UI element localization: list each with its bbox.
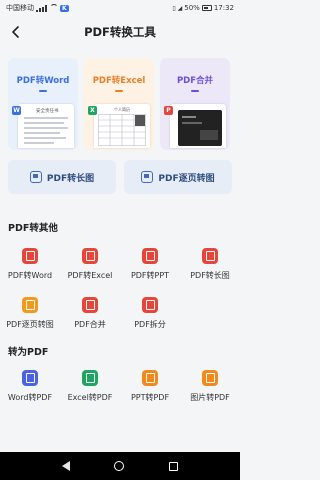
signal-icon xyxy=(36,4,48,12)
card-label: PDF转Excel xyxy=(92,76,146,86)
pdf-page-to-image-button[interactable]: PDF逐页转图 xyxy=(124,160,232,194)
card-underline xyxy=(115,90,123,92)
excel-pdf-icon xyxy=(82,370,98,386)
ppt-pdf-icon xyxy=(142,370,158,386)
button-label: PDF逐页转图 xyxy=(158,173,215,184)
pdf-split-icon xyxy=(142,297,158,313)
tool-label: PDF转Word xyxy=(7,271,53,280)
excel-tag-icon: X xyxy=(88,106,97,115)
pdf-page-image-icon xyxy=(22,297,38,313)
system-nav-bar xyxy=(0,452,240,480)
card-underline xyxy=(39,90,47,92)
pdf-tag-icon: P xyxy=(164,106,173,115)
pdf-word-icon xyxy=(22,248,38,264)
tool-label: PDF合并 xyxy=(74,320,106,329)
tool-label: Word转PDF xyxy=(7,393,53,402)
pdf-to-long-image-button[interactable]: PDF转长图 xyxy=(8,160,116,194)
tool-label: PDF转长图 xyxy=(190,271,230,280)
tool-word-to-pdf[interactable]: Word转PDF xyxy=(0,370,60,403)
page-title: PDF转换工具 xyxy=(84,25,156,39)
tool-label: PPT转PDF xyxy=(130,393,170,402)
button-label: PDF转长图 xyxy=(46,173,95,184)
status-bar: 中国移动 K ▯ ◢ 50% 17:32 xyxy=(0,0,240,16)
tool-label: Excel转PDF xyxy=(67,393,113,402)
tool-pdf-to-ppt[interactable]: PDF转PPT xyxy=(120,248,180,281)
pdf-to-other-grid: PDF转Word PDF转Excel PDF转PPT PDF转长图 PDF逐页转… xyxy=(0,248,240,330)
signal-icon-2: ◢ xyxy=(177,4,183,12)
image-pdf-icon xyxy=(202,370,218,386)
page-image-icon xyxy=(141,171,154,183)
spreadsheet-preview: 个人简历 xyxy=(94,104,150,148)
app-header: PDF转换工具 xyxy=(0,16,240,48)
tool-pdf-page-to-image[interactable]: PDF逐页转图 xyxy=(0,297,60,330)
network-badge: K xyxy=(60,4,69,12)
tool-label: 图片转PDF xyxy=(190,393,230,402)
tool-pdf-to-word[interactable]: PDF转Word xyxy=(0,248,60,281)
tool-label: PDF拆分 xyxy=(134,320,166,329)
long-image-icon xyxy=(29,171,42,183)
to-pdf-grid: Word转PDF Excel转PDF PPT转PDF 图片转PDF xyxy=(0,370,240,403)
feature-cards: PDF转Word 安全责任书 W PDF转Excel 个人简历 X PDF合并 … xyxy=(8,58,232,150)
tool-pdf-merge[interactable]: PDF合并 xyxy=(60,297,120,330)
word-tag-icon: W xyxy=(12,106,21,115)
square-recent-icon[interactable] xyxy=(168,461,178,471)
wifi-icon xyxy=(50,4,58,12)
chevron-left-icon[interactable] xyxy=(8,24,24,40)
preview-title: 个人简历 xyxy=(114,107,130,112)
tool-label: PDF转PPT xyxy=(130,271,170,280)
pdf-ppt-icon xyxy=(142,248,158,264)
battery-icon xyxy=(201,5,212,11)
tool-excel-to-pdf[interactable]: Excel转PDF xyxy=(60,370,120,403)
preview-title: 安全责任书 xyxy=(36,109,59,114)
wide-button-row: PDF转长图 PDF逐页转图 xyxy=(8,160,232,194)
card-label: PDF合并 xyxy=(176,76,214,86)
merge-preview xyxy=(170,104,226,148)
card-pdf-to-word[interactable]: PDF转Word 安全责任书 W xyxy=(8,58,78,150)
tool-pdf-to-long-image[interactable]: PDF转长图 xyxy=(180,248,240,281)
tool-pdf-to-excel[interactable]: PDF转Excel xyxy=(60,248,120,281)
document-preview: 安全责任书 xyxy=(18,104,74,148)
battery-percent: 50% xyxy=(184,4,200,12)
dark-page-preview xyxy=(178,110,222,146)
tool-pdf-split[interactable]: PDF拆分 xyxy=(120,297,180,330)
tool-image-to-pdf[interactable]: 图片转PDF xyxy=(180,370,240,403)
tool-label: PDF逐页转图 xyxy=(6,320,54,329)
tool-ppt-to-pdf[interactable]: PPT转PDF xyxy=(120,370,180,403)
triangle-back-icon[interactable] xyxy=(62,461,71,471)
pdf-merge-icon xyxy=(82,297,98,313)
vibrate-icon: ▯ xyxy=(172,4,176,12)
card-pdf-merge[interactable]: PDF合并 P xyxy=(160,58,230,150)
clock: 17:32 xyxy=(213,4,234,12)
table-grid-icon xyxy=(98,114,146,146)
carrier-label: 中国移动 xyxy=(6,4,34,12)
card-label: PDF转Word xyxy=(16,76,70,86)
word-pdf-icon xyxy=(22,370,38,386)
pdf-excel-icon xyxy=(82,248,98,264)
circle-home-icon[interactable] xyxy=(114,461,125,471)
pdf-long-image-icon xyxy=(202,248,218,264)
tool-label: PDF转Excel xyxy=(67,271,113,280)
card-underline xyxy=(191,90,199,92)
card-pdf-to-excel[interactable]: PDF转Excel 个人简历 X xyxy=(84,58,154,150)
section-title-pdf-to-other: PDF转其他 xyxy=(8,223,58,234)
section-title-to-pdf: 转为PDF xyxy=(8,347,49,358)
